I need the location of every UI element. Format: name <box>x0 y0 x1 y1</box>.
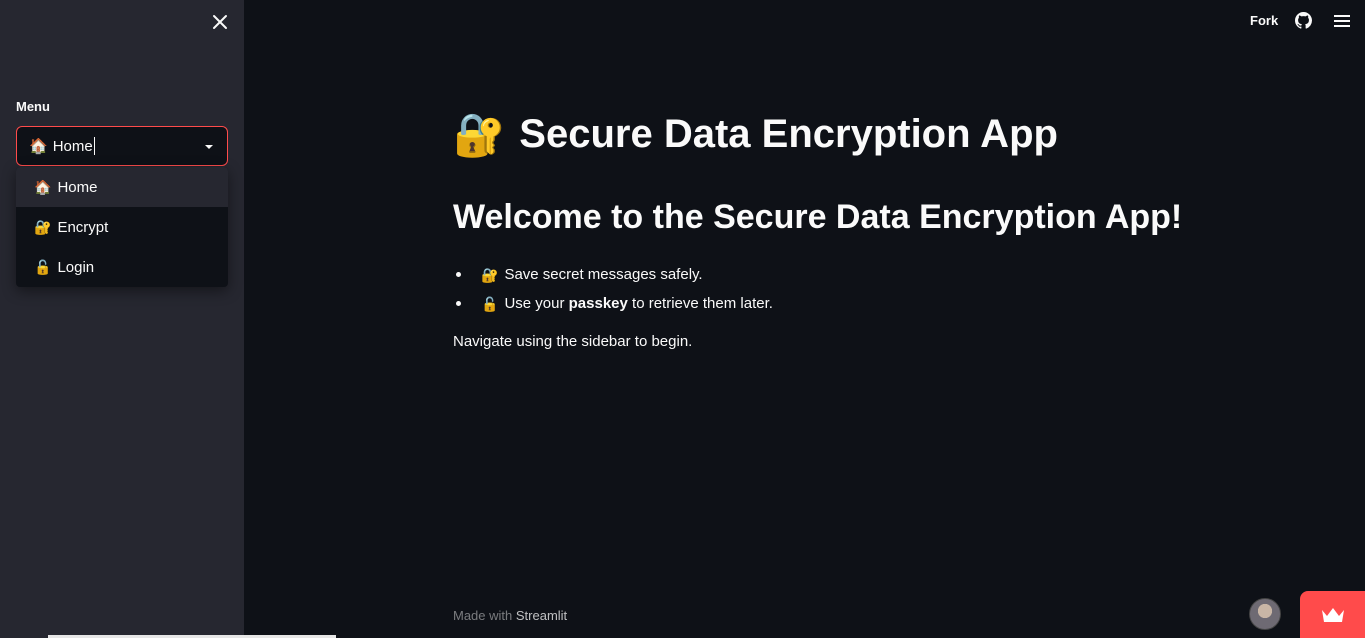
locked-with-key-icon: 🔐 <box>34 219 52 235</box>
crown-icon <box>1321 607 1344 622</box>
locked-with-key-icon: 🔐 <box>481 266 499 283</box>
list-item-text-bold: passkey <box>568 295 628 312</box>
github-icon[interactable] <box>1295 12 1312 29</box>
list-item-text-post: to retrieve them later. <box>627 295 773 312</box>
menu-label: Menu <box>16 99 50 114</box>
hamburger-menu-icon[interactable] <box>1333 12 1351 30</box>
navigation-hint: Navigate using the sidebar to begin. <box>453 333 693 350</box>
footer: Made with Streamlit <box>453 608 567 623</box>
menu-dropdown: 🏠 Home 🔐 Encrypt 🔓 Login <box>16 167 228 287</box>
dropdown-option-label: Encrypt <box>57 218 109 236</box>
unlocked-icon: 🔓 <box>481 295 499 312</box>
list-item: 🔐 Save secret messages safely. <box>453 260 773 289</box>
welcome-heading: Welcome to the Secure Data Encryption Ap… <box>453 198 1183 236</box>
dropdown-option-label: Login <box>57 258 95 276</box>
house-icon: 🏠 <box>34 179 52 195</box>
house-icon: 🏠 <box>29 137 48 155</box>
streamlit-hosted-badge[interactable] <box>1300 591 1365 638</box>
sidebar: Menu 🏠 Home 🏠 Home 🔐 Encrypt 🔓 Login <box>0 0 244 638</box>
unlocked-icon: 🔓 <box>34 259 52 275</box>
list-item-text: Save secret messages safely. <box>504 266 703 283</box>
page-title-text: Secure Data Encryption App <box>519 112 1058 156</box>
avatar[interactable] <box>1249 598 1281 630</box>
footer-made-with: Made with <box>453 608 516 623</box>
bullet-dot <box>456 272 461 277</box>
locked-with-key-icon: 🔐 <box>453 110 506 158</box>
dropdown-option-label: Home <box>57 178 98 196</box>
dropdown-option-home[interactable]: 🏠 Home <box>16 167 228 207</box>
dropdown-option-encrypt[interactable]: 🔐 Encrypt <box>16 207 228 247</box>
menu-select[interactable]: 🏠 Home <box>16 126 228 166</box>
bullet-dot <box>456 301 461 306</box>
chevron-down-icon[interactable] <box>203 141 215 153</box>
feature-list: 🔐 Save secret messages safely. 🔓 Use you… <box>453 260 773 318</box>
list-item: 🔓 Use your passkey to retrieve them late… <box>453 289 773 318</box>
footer-streamlit-link[interactable]: Streamlit <box>516 608 567 623</box>
fork-button[interactable]: Fork <box>1250 13 1278 28</box>
close-icon <box>213 15 227 29</box>
close-sidebar-button[interactable] <box>208 10 232 34</box>
page-title: 🔐 Secure Data Encryption App <box>453 112 1058 157</box>
menu-select-value: Home <box>52 137 93 155</box>
dropdown-option-login[interactable]: 🔓 Login <box>16 247 228 287</box>
text-caret <box>93 137 95 155</box>
list-item-text-pre: Use your <box>504 295 569 312</box>
